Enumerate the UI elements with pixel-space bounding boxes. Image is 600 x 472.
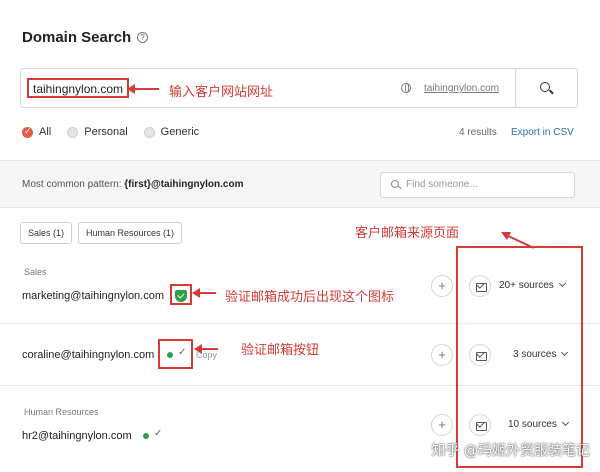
email-address[interactable]: hr2@taihingnylon.com xyxy=(22,430,132,442)
annotation-verified-note: 验证邮箱成功后出现这个图标 xyxy=(225,290,395,305)
domain-search-card: Domain Search ? taihingnylon.com taihing… xyxy=(0,0,600,472)
filter-generic[interactable]: Generic xyxy=(143,126,200,138)
annotation-sources-note: 客户邮箱来源页面 xyxy=(355,226,460,241)
results-count: 4 results xyxy=(459,127,497,138)
add-lead-button[interactable]: + xyxy=(431,275,453,297)
filter-label: Personal xyxy=(84,126,128,138)
department-chip-hr[interactable]: Human Resources (1) xyxy=(78,222,183,244)
domain-link[interactable]: taihingnylon.com xyxy=(424,83,499,94)
pattern-value: {first}@taihingnylon.com xyxy=(124,179,244,190)
pattern-text: Most common pattern: {first}@taihingnylo… xyxy=(22,179,243,190)
email-type-filter: All Personal Generic xyxy=(22,126,215,138)
group-label: Human Resources xyxy=(24,407,99,417)
filter-label: Generic xyxy=(160,126,200,138)
question-circle-icon[interactable]: ? xyxy=(137,32,148,43)
annotation-arrow xyxy=(192,288,216,298)
pattern-label: Most common pattern: xyxy=(22,179,122,190)
verify-check-icon[interactable]: ✓ xyxy=(154,428,162,439)
department-chip-sales[interactable]: Sales (1) xyxy=(20,222,73,244)
status-dot-icon xyxy=(143,433,149,439)
email-address[interactable]: marketing@taihingnylon.com xyxy=(22,290,164,302)
annotation-verified-box xyxy=(170,284,192,305)
annotation-arrow xyxy=(194,344,218,354)
search-icon xyxy=(391,180,399,188)
globe-icon xyxy=(401,83,411,93)
filter-label: All xyxy=(39,126,52,138)
group-label: Sales xyxy=(24,267,47,277)
annotation-sources-box xyxy=(456,246,583,468)
annotation-search-note: 输入客户网站网址 xyxy=(169,85,274,100)
annotation-arrow xyxy=(127,84,159,94)
filter-all[interactable]: All xyxy=(22,126,51,138)
domain-input[interactable]: taihingnylon.com xyxy=(27,78,130,98)
search-button[interactable] xyxy=(515,69,577,107)
radio-icon xyxy=(143,126,155,138)
pattern-band: Most common pattern: {first}@taihingnylo… xyxy=(0,160,600,208)
radio-icon xyxy=(67,126,79,138)
export-csv-link[interactable]: Export in CSV xyxy=(511,127,574,138)
email-address[interactable]: coraline@taihingnylon.com xyxy=(22,349,154,361)
domain-search-box: taihingnylon.com taihingnylon.com xyxy=(20,68,578,108)
add-lead-button[interactable]: + xyxy=(431,344,453,366)
find-someone-input[interactable]: Find someone... xyxy=(380,172,575,198)
watermark: 知乎 @玛姬外贸服装笔记 xyxy=(431,443,590,459)
radio-checked-icon xyxy=(22,126,33,138)
annotation-verify-button-box xyxy=(158,339,193,369)
annotation-verify-button-note: 验证邮箱按钮 xyxy=(241,343,320,358)
search-icon xyxy=(540,82,550,92)
filter-personal[interactable]: Personal xyxy=(67,126,128,138)
page-title: Domain Search xyxy=(22,29,132,46)
add-lead-button[interactable]: + xyxy=(431,414,453,436)
